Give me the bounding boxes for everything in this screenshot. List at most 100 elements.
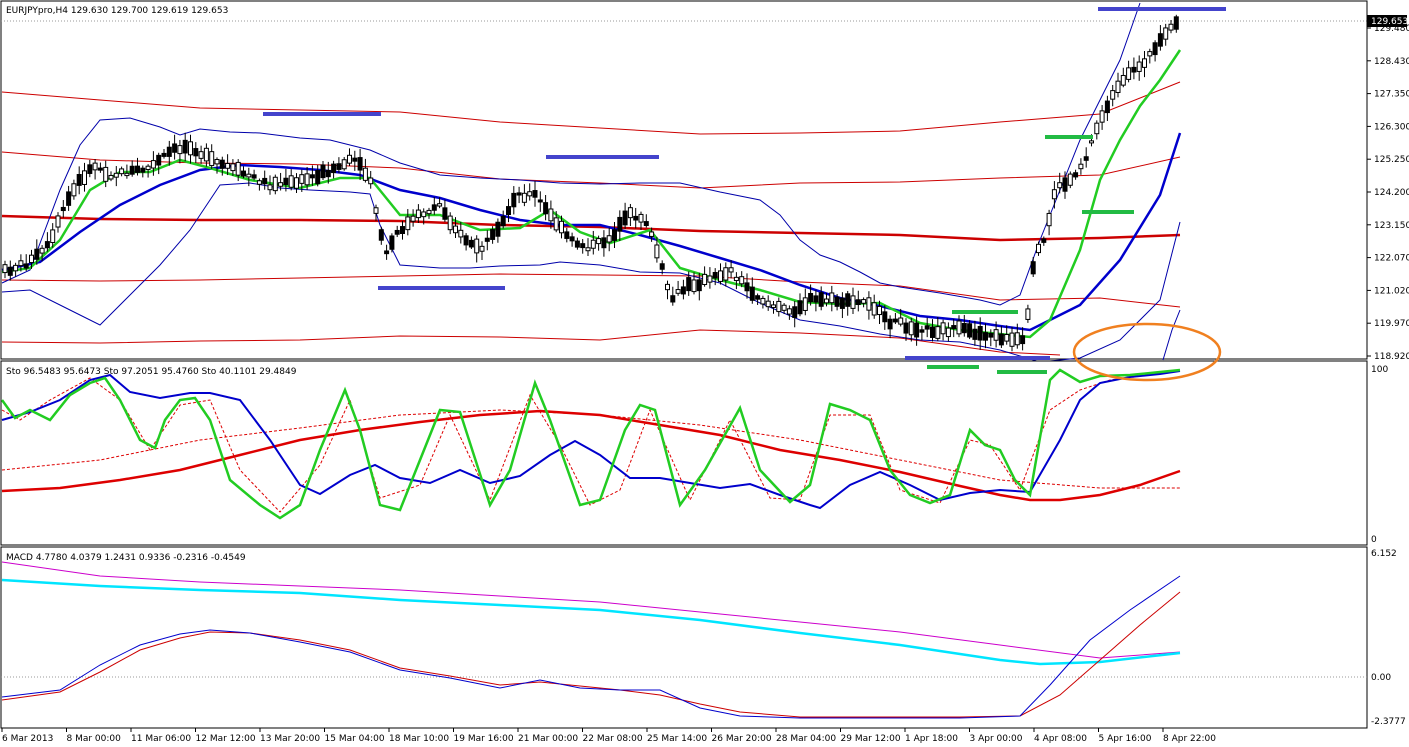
candle-body: [527, 191, 533, 197]
candle-body: [627, 207, 633, 219]
candle-body: [495, 221, 501, 237]
candle-body: [119, 168, 125, 175]
time-tick-label: 6 Mar 2013: [2, 734, 53, 744]
candle-body: [998, 333, 1004, 346]
time-tick-label: 12 Mar 12:00: [196, 734, 256, 744]
macd-level-zero: 0.00: [1371, 673, 1391, 683]
time-tick-label: 8 Mar 00:00: [67, 734, 122, 744]
candle-body: [373, 207, 379, 214]
candle-body: [235, 161, 241, 176]
candle-body: [1110, 90, 1116, 100]
candle-body: [765, 300, 771, 308]
candle-body: [182, 139, 188, 154]
candle-body: [1020, 335, 1026, 345]
candle-body: [415, 209, 421, 219]
blue-level-marker: [546, 155, 659, 159]
candle-body: [797, 300, 803, 315]
price-tick-label: 127.350: [1374, 90, 1409, 100]
candle-body: [1004, 334, 1010, 342]
candle-body: [500, 215, 506, 227]
candle-body: [691, 279, 697, 293]
time-tick-label: 18 Mar 10:00: [389, 734, 449, 744]
candle-body: [241, 170, 246, 177]
candle-body: [1014, 332, 1020, 346]
candle-body: [733, 276, 739, 282]
candle-body: [940, 322, 946, 335]
candle-body: [749, 286, 755, 301]
stochastic-level-0: 0: [1371, 535, 1377, 545]
candle-body: [696, 279, 702, 292]
candle-body: [1126, 67, 1132, 80]
candle-body: [1078, 163, 1084, 170]
candle-body: [426, 209, 432, 215]
candle-body: [951, 325, 957, 330]
candle-body: [92, 162, 98, 171]
candle-body: [649, 231, 655, 237]
candle-body: [166, 146, 172, 157]
candle-body: [871, 302, 877, 316]
time-tick-label: 29 Mar 12:00: [841, 734, 901, 744]
time-tick-label: 15 Mar 04:00: [325, 734, 385, 744]
candle-body: [622, 210, 628, 226]
candle-body: [188, 141, 193, 156]
candle-body: [214, 158, 220, 165]
candle-body: [638, 213, 644, 223]
candle-body: [569, 236, 575, 242]
candle-body: [294, 177, 299, 189]
candle-body: [378, 229, 384, 241]
blue-level-marker: [905, 356, 1050, 360]
candle-body: [537, 199, 543, 203]
time-tick-label: 3 Apr 00:00: [970, 734, 1023, 744]
candle-body: [988, 332, 994, 338]
price-tick-label: 118.920: [1374, 352, 1409, 362]
candle-body: [643, 221, 649, 227]
candle-body: [521, 192, 527, 203]
candle-body: [76, 173, 82, 186]
time-tick-label: 1 Apr 18:00: [905, 734, 958, 744]
candle-body: [299, 174, 305, 184]
candle-body: [983, 332, 988, 341]
candle-body: [474, 238, 480, 254]
time-tick-label: 22 Mar 08:00: [583, 734, 643, 744]
candle-body: [410, 215, 416, 222]
candle-body: [1025, 308, 1031, 320]
candle-body: [908, 321, 914, 336]
green-level-marker: [1045, 135, 1093, 139]
macd-panel: MACD 4.7780 4.0379 1.2431 0.9336 -0.2316…: [0, 546, 1406, 729]
candle-body: [1142, 58, 1147, 68]
candle-body: [484, 237, 490, 242]
candle-body: [315, 170, 321, 185]
candle-body: [877, 305, 882, 316]
candle-body: [103, 166, 109, 182]
candle-body: [802, 297, 808, 311]
candle-body: [405, 216, 411, 231]
candle-body: [1152, 42, 1158, 56]
candle-body: [193, 148, 199, 157]
candle-body: [850, 295, 856, 309]
candle-body: [262, 177, 268, 185]
candle-body: [855, 299, 861, 306]
candle-body: [702, 273, 708, 286]
candle-body: [898, 317, 904, 325]
candle-body: [808, 292, 814, 303]
candle-body: [564, 231, 570, 239]
candle-body: [400, 226, 405, 235]
candle-body: [1104, 100, 1110, 114]
candle-body: [272, 176, 278, 192]
macd-panel-header: MACD 4.7780 4.0379 1.2431 0.9336 -0.2316…: [6, 553, 246, 563]
candle-body: [680, 286, 686, 295]
stochastic-panel-header: Sto 96.5483 95.6473 Sto 97.2051 95.4760 …: [6, 367, 297, 377]
candle-body: [1046, 212, 1052, 227]
candle-body: [516, 192, 522, 196]
candle-body: [1173, 16, 1179, 30]
candle-body: [18, 260, 24, 267]
candle-body: [824, 298, 829, 304]
candle-body: [421, 211, 427, 218]
candle-body: [29, 254, 34, 264]
candle-body: [352, 157, 358, 162]
candle-body: [394, 229, 400, 235]
candle-body: [930, 326, 935, 338]
candle-body: [447, 215, 453, 231]
candle-body: [23, 263, 29, 269]
candle-body: [723, 267, 729, 281]
